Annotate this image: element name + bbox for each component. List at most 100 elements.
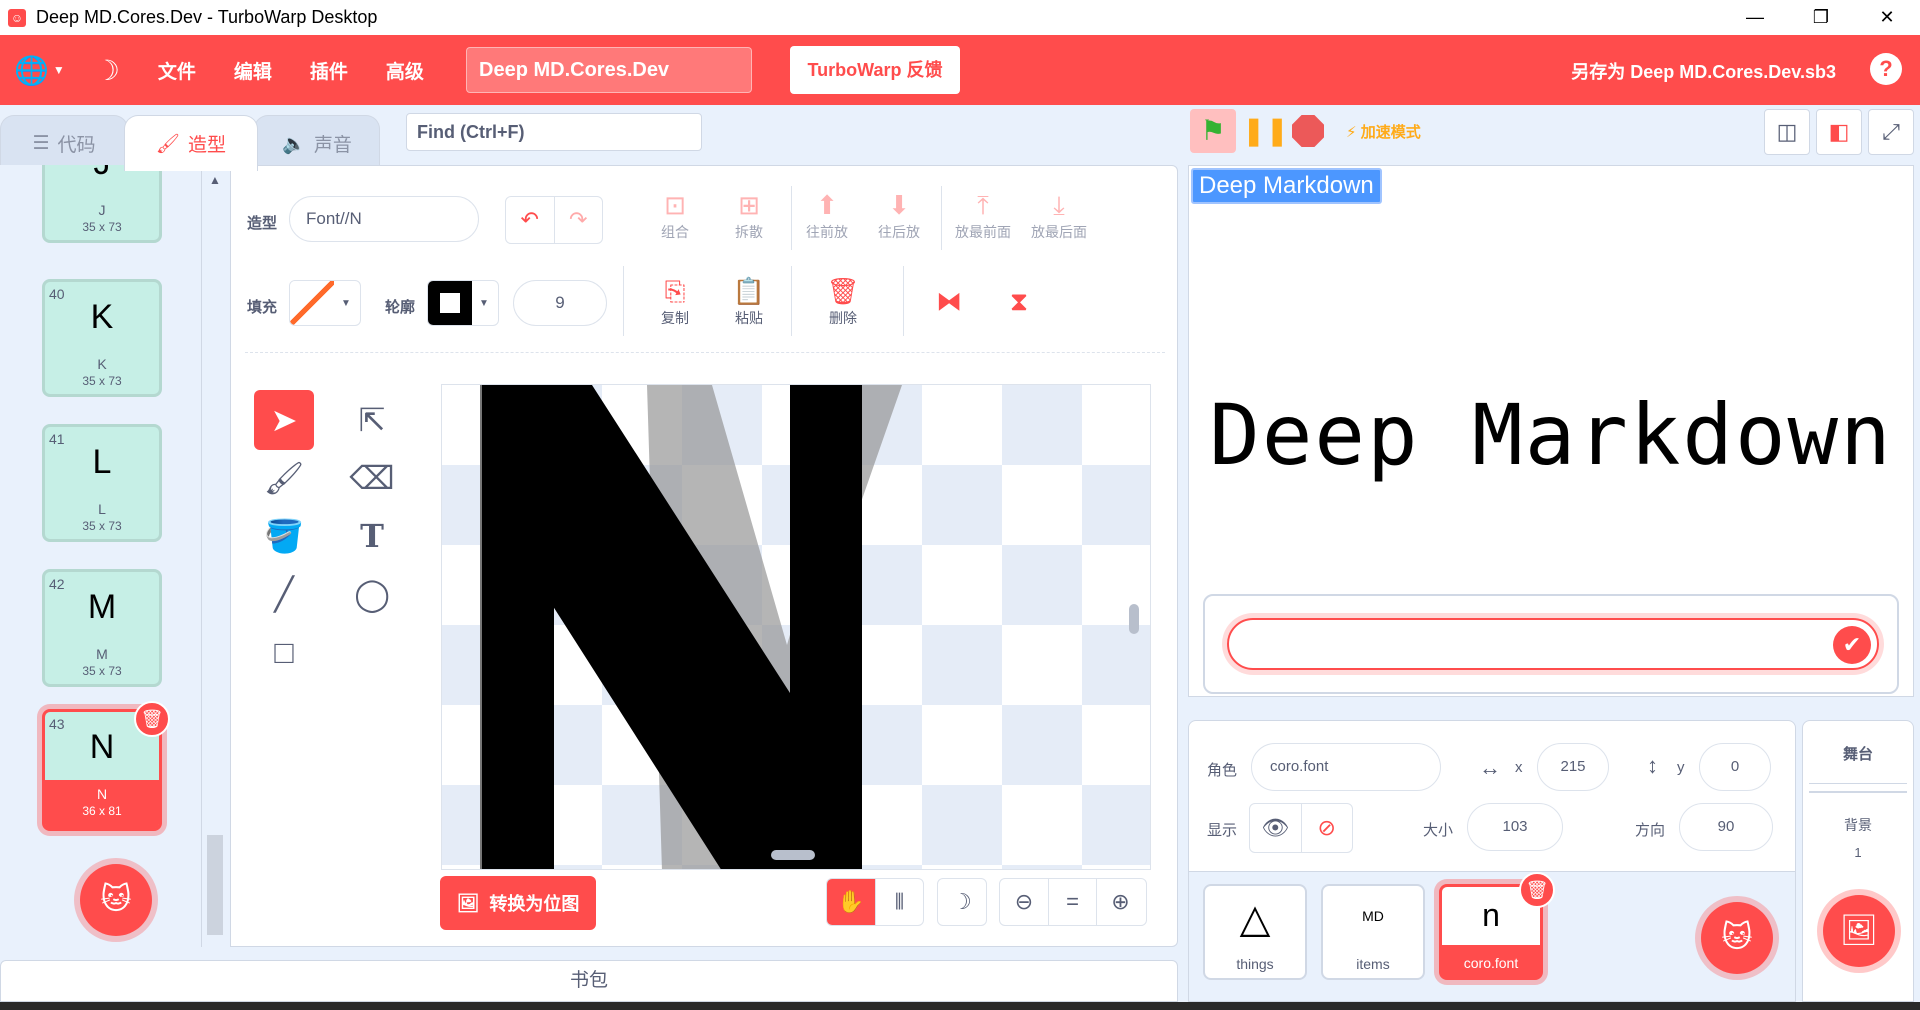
brush-tool-icon[interactable]: 🖌	[254, 448, 314, 508]
paste-button[interactable]: 📋 粘贴	[719, 274, 779, 328]
backdrops-count: 1	[1854, 845, 1862, 860]
theme-toggle-moon-icon[interactable]: ☽	[95, 54, 120, 87]
undo-icon[interactable]: ↶	[506, 197, 554, 243]
outline-color-picker[interactable]: ▼	[427, 280, 499, 326]
eye-slash-icon[interactable]: ⊘	[1300, 804, 1353, 852]
normal-stage-icon[interactable]: ◧	[1816, 109, 1862, 155]
reshape-tool-icon[interactable]: ⇱	[342, 390, 402, 450]
forward-button[interactable]: ⬆ 往前放	[797, 188, 857, 242]
direction-input[interactable]: 90	[1679, 803, 1773, 851]
text-tool-icon[interactable]: T	[342, 506, 402, 566]
convert-to-bitmap-button[interactable]: 🖼 转换为位图	[440, 876, 596, 930]
stage-target-panel[interactable]: 舞台 背景 1 🖼	[1802, 720, 1914, 1002]
delete-sprite-trash-icon[interactable]: 🗑	[1519, 872, 1555, 908]
language-menu[interactable]: 🌐 ▼	[14, 54, 65, 87]
zoom-reset-icon[interactable]: =	[1048, 879, 1096, 925]
toolbar-divider	[903, 266, 904, 336]
restore-button[interactable]: ❐	[1788, 0, 1854, 35]
globe-icon: 🌐	[14, 54, 49, 86]
add-sprite-cat-icon[interactable]: 🐱	[1701, 902, 1773, 974]
barcode-icon[interactable]: ⦀	[875, 879, 923, 925]
sprite-name: things	[1236, 956, 1274, 972]
project-title-input[interactable]: Deep MD.Cores.Dev	[466, 47, 752, 93]
fullscreen-icon[interactable]: ⤢	[1868, 109, 1914, 155]
delete-button[interactable]: 🗑 删除	[813, 274, 873, 328]
variable-monitor[interactable]: Deep Markdown	[1191, 168, 1382, 204]
stroke-width-input[interactable]: 9	[513, 280, 607, 326]
costume-name: N	[96, 786, 108, 802]
redo-icon[interactable]: ↷	[553, 197, 603, 243]
size-input[interactable]: 103	[1467, 803, 1563, 851]
costume-tile-j[interactable]: J J 35 x 73	[42, 165, 162, 243]
tab-costumes[interactable]: 🖌 造型	[124, 115, 258, 171]
eye-icon[interactable]: 👁	[1250, 804, 1301, 852]
group-button[interactable]: ⊡ 组合	[645, 188, 705, 242]
minimize-button[interactable]: —	[1722, 0, 1788, 35]
delete-costume-trash-icon[interactable]: 🗑	[134, 701, 170, 737]
select-tool-arrow-icon[interactable]: ➤	[254, 390, 314, 450]
add-costume-cat-icon[interactable]: 🐱	[80, 864, 152, 936]
small-stage-icon[interactable]: ◫	[1764, 109, 1810, 155]
costume-tile-l[interactable]: 41 L L 35 x 73	[42, 424, 162, 542]
line-tool-icon[interactable]: ╱	[254, 564, 314, 624]
sprite-tile-things[interactable]: △ things	[1203, 884, 1307, 980]
tab-code[interactable]: ☰ 代码	[0, 115, 128, 171]
pause-icon[interactable]: ❚❚	[1242, 111, 1289, 151]
close-window-button[interactable]: ✕	[1854, 0, 1920, 35]
green-flag-icon[interactable]: ⚑	[1190, 109, 1236, 153]
window-controls: — ❐ ✕	[1722, 0, 1920, 35]
canvas-vertical-scrollbar[interactable]	[1129, 604, 1139, 634]
ungroup-button[interactable]: ⊞ 拆散	[719, 188, 779, 242]
eraser-tool-icon[interactable]: ⌫	[342, 448, 402, 508]
y-position-input[interactable]: 0	[1699, 743, 1771, 791]
zoom-out-icon[interactable]: ⊖	[1000, 879, 1048, 925]
menu-bar: 🌐 ▼ ☽ 文件 编辑 插件 高级 Deep MD.Cores.Dev Turb…	[0, 35, 1920, 105]
menu-advanced[interactable]: 高级	[386, 57, 424, 84]
hand-pan-icon[interactable]: ✋	[827, 879, 875, 925]
flip-vertical-icon[interactable]: ⧗	[989, 284, 1049, 318]
x-position-input[interactable]: 215	[1537, 743, 1609, 791]
window-titlebar: ☺ Deep MD.Cores.Dev - TurboWarp Desktop …	[0, 0, 1920, 35]
show-label: 显示	[1207, 822, 1238, 839]
flip-horizontal-icon[interactable]: ⧓	[919, 284, 979, 318]
zoom-in-icon[interactable]: ⊕	[1096, 879, 1144, 925]
outline-label: 轮廓	[385, 299, 416, 316]
moon-icon[interactable]: ☽	[938, 879, 986, 925]
costume-name-input[interactable]: Font//N	[289, 196, 479, 242]
paint-canvas[interactable]	[441, 384, 1151, 870]
scrollbar-thumb[interactable]	[207, 835, 223, 935]
costume-tile-k[interactable]: 40 K K 35 x 73	[42, 279, 162, 397]
help-button[interactable]: ?	[1870, 53, 1902, 85]
circle-tool-icon[interactable]: ◯	[342, 564, 402, 624]
fill-bucket-tool-icon[interactable]: 🪣	[254, 506, 314, 566]
caret-down-icon: ▼	[341, 297, 351, 309]
costume-drawing	[480, 385, 902, 869]
stop-icon[interactable]	[1292, 115, 1324, 147]
backpack-bar[interactable]: 书包	[0, 960, 1178, 1002]
find-input[interactable]: Find (Ctrl+F)	[406, 113, 702, 151]
backward-button[interactable]: ⬇ 往后放	[869, 188, 929, 242]
costume-list-scrollbar[interactable]: ▲	[204, 165, 226, 947]
menu-addons[interactable]: 插件	[310, 57, 348, 84]
tab-sounds[interactable]: 🔈 声音	[254, 115, 380, 171]
copy-button[interactable]: ⎘ 复制	[645, 274, 705, 328]
costume-list: J J 35 x 73 40 K K 35 x 73 41 L L 35 x 7…	[0, 165, 202, 947]
sprite-tile-items[interactable]: MD items	[1321, 884, 1425, 980]
checkmark-icon[interactable]: ✔	[1833, 626, 1871, 664]
canvas-horizontal-scrollbar[interactable]	[771, 850, 815, 860]
menu-file[interactable]: 文件	[158, 57, 196, 84]
scroll-up-arrow-icon[interactable]: ▲	[209, 173, 221, 187]
costume-glyph: K	[90, 298, 114, 336]
back-button[interactable]: ⤓ 放最后面	[1019, 188, 1099, 242]
sprite-name-input[interactable]: coro.font	[1251, 743, 1441, 791]
menu-edit[interactable]: 编辑	[234, 57, 272, 84]
costume-tile-m[interactable]: 42 M M 35 x 73	[42, 569, 162, 687]
add-backdrop-image-icon[interactable]: 🖼	[1823, 895, 1895, 967]
save-as-button[interactable]: 另存为 Deep MD.Cores.Dev.sb3	[1571, 58, 1836, 84]
rectangle-tool-icon[interactable]: □	[254, 622, 314, 682]
stage-canvas[interactable]: Deep Markdown Deep Markdown ✔	[1188, 165, 1914, 697]
ask-answer-input[interactable]: ✔	[1227, 618, 1879, 670]
fill-color-picker[interactable]: ▼	[289, 280, 361, 326]
front-button[interactable]: ⤒ 放最前面	[943, 188, 1023, 242]
feedback-button[interactable]: TurboWarp 反馈	[790, 46, 960, 94]
